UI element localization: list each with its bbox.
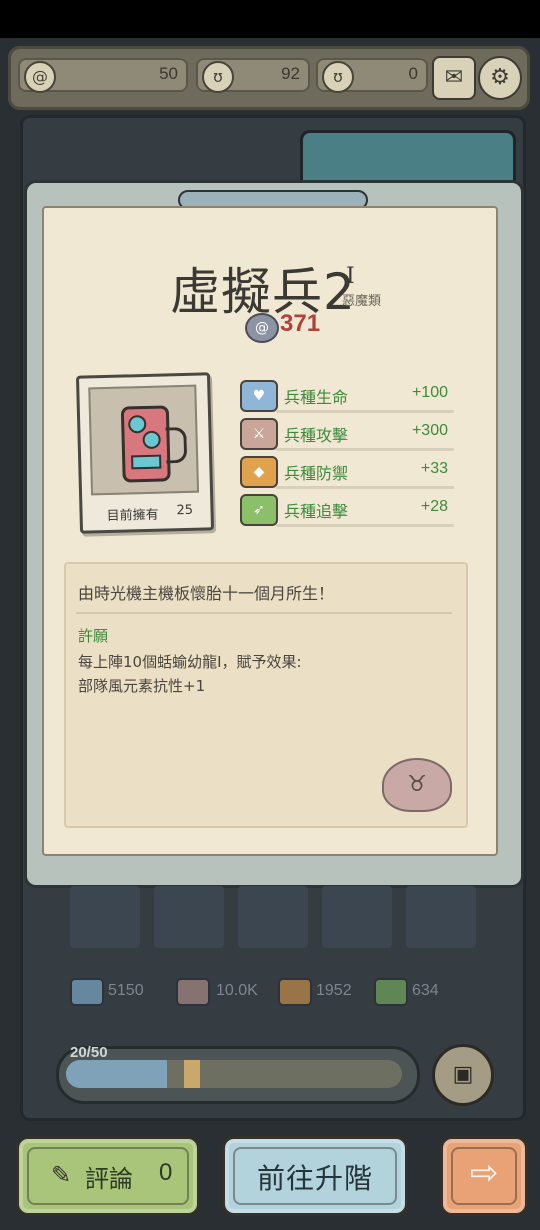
unit-slot	[154, 886, 224, 948]
defense-stat-icon: ◆	[240, 456, 278, 488]
life-total: 5150	[108, 982, 144, 999]
flavor-text: 由時光機主機板懷胎十一個月所生！	[78, 584, 335, 603]
divider	[76, 612, 452, 614]
wish-effect: 部隊風元素抗性+1	[78, 677, 206, 695]
upgrade-label: 前往升階	[256, 1162, 373, 1195]
slug-icon-2: ʊ	[322, 61, 354, 93]
robot-mouth	[131, 454, 162, 470]
stat-value: +300	[411, 422, 448, 439]
slug-icon: ʊ	[202, 61, 234, 93]
stat-value: +100	[411, 384, 448, 401]
review-icon: ✎	[51, 1161, 72, 1189]
defense-total-icon	[278, 978, 312, 1006]
progress-fill	[66, 1060, 167, 1088]
robot-icon	[120, 405, 171, 483]
mail-icon: ✉	[444, 65, 464, 90]
review-button[interactable]: ✎ 評論 0	[16, 1136, 200, 1216]
stat-row-life: ♥ 兵種生命 +100	[240, 380, 454, 414]
unit-slot	[238, 886, 308, 948]
unit-portrait	[88, 384, 200, 496]
next-button[interactable]: ⇨	[440, 1136, 528, 1216]
arrow-right-icon: ⇨	[469, 1153, 499, 1193]
mail-button[interactable]: ✉	[432, 56, 476, 100]
wish-condition: 每上陣10個蛞蝓幼龍Ⅰ，賦予效果:	[78, 653, 302, 671]
owned-count: 25	[176, 502, 194, 519]
resource-slug-2: ʊ 0	[316, 58, 428, 93]
stat-row-pursuit: ➶ 兵種追擊 +28	[240, 494, 454, 528]
resource-slug-value: 92	[281, 64, 300, 83]
chip-button[interactable]: ▣	[432, 1044, 494, 1106]
stat-name: 兵種生命	[284, 388, 349, 407]
pursuit-stat-icon: ➶	[240, 494, 278, 526]
progress-bar	[66, 1060, 402, 1088]
life-total-icon	[70, 978, 104, 1006]
gear-icon: ⚙	[490, 65, 510, 90]
resource-slug: ʊ 92	[196, 58, 310, 93]
defense-total: 1952	[316, 982, 352, 999]
progress-label: 20/50	[70, 1044, 108, 1061]
robot-eye	[128, 414, 147, 434]
wish-title: 許願	[78, 627, 109, 645]
divider	[276, 524, 454, 527]
unit-photo[interactable]: 目前擁有 25	[75, 372, 215, 534]
stat-row-attack: ⚔ 兵種攻擊 +300	[240, 418, 454, 452]
stat-value: +28	[420, 498, 448, 515]
divider	[276, 486, 454, 489]
divider	[276, 448, 454, 451]
pursuit-total: 634	[412, 982, 439, 999]
review-label: 評論	[85, 1165, 133, 1193]
demon-class-icon: ♉	[382, 758, 452, 812]
resource-snail: @ 50	[18, 58, 188, 93]
stat-name: 兵種攻擊	[284, 426, 349, 445]
snail-icon: @	[24, 61, 56, 93]
unit-category: 惡魔類	[342, 294, 382, 309]
settings-button[interactable]: ⚙	[478, 56, 522, 100]
resource-bar: @ 50 ʊ 92 ʊ 0 ✉ ⚙	[8, 46, 530, 110]
owned-label: 目前擁有	[106, 507, 159, 525]
status-bar	[0, 0, 540, 38]
unit-slot	[406, 886, 476, 948]
pursuit-total-icon	[374, 978, 408, 1006]
unit-slot	[322, 886, 392, 948]
resource-slug-2-value: 0	[408, 64, 418, 83]
progress-marker	[184, 1060, 200, 1088]
stat-name: 兵種防禦	[284, 464, 349, 483]
unit-slot	[70, 886, 140, 948]
stat-value: +33	[420, 460, 448, 477]
divider	[276, 410, 454, 413]
attack-total: 10.0K	[216, 982, 258, 999]
robot-cable	[165, 426, 188, 464]
attack-stat-icon: ⚔	[240, 418, 278, 450]
upgrade-button[interactable]: 前往升階	[222, 1136, 408, 1216]
chip-icon: ▣	[452, 1062, 474, 1087]
life-stat-icon: ♥	[240, 380, 278, 412]
robot-eye	[142, 430, 161, 450]
stat-name: 兵種追擊	[284, 502, 349, 521]
snail-cost-icon: @	[245, 313, 279, 343]
unit-rank: I	[346, 264, 355, 289]
unit-cost: 371	[280, 310, 321, 337]
attack-total-icon	[176, 978, 210, 1006]
resource-snail-value: 50	[159, 64, 178, 83]
review-count: 0	[159, 1159, 173, 1186]
stat-row-defense: ◆ 兵種防禦 +33	[240, 456, 454, 490]
